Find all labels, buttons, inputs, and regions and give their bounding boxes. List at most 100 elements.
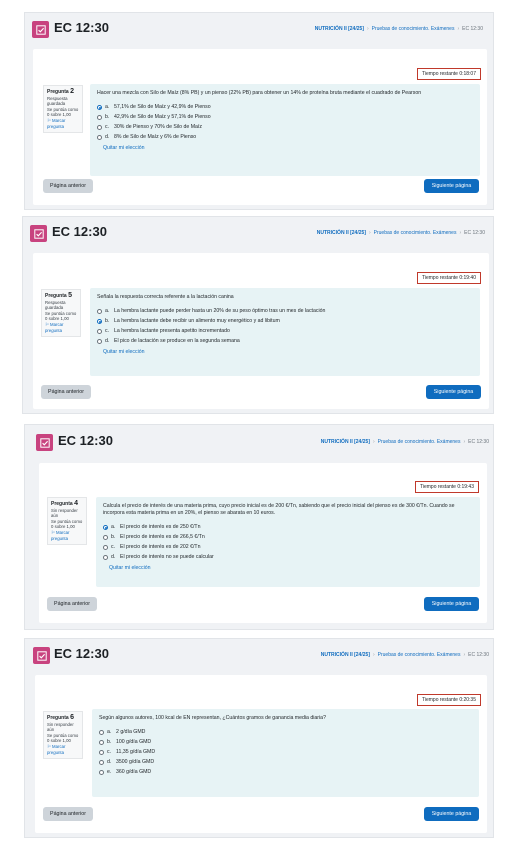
question-info: Pregunta 4 Sin responder aún Se puntúa c…	[47, 497, 87, 546]
breadcrumb-current: EC 12:30	[464, 230, 485, 236]
quiz-card: Tiempo restante 0:19:40 Pregunta 5 Respu…	[33, 253, 489, 409]
answer-option[interactable]: c. 11,35 g/día GMD	[99, 747, 472, 757]
radio-button[interactable]	[97, 134, 102, 140]
clear-choice-link[interactable]: Quitar mi elección	[103, 145, 473, 151]
quiz-screenshot-2: EC 12:30 NUTRICIÓN II [24/25] › Pruebas de…	[22, 216, 494, 414]
flag-question-link[interactable]: ⚐ Marcar pregunta	[45, 322, 77, 333]
radio-button[interactable]	[97, 104, 102, 110]
radio-button[interactable]	[99, 749, 104, 755]
breadcrumb-course[interactable]: NUTRICIÓN II [24/25]	[315, 26, 364, 32]
breadcrumb-current: EC 12:30	[468, 439, 489, 445]
next-page-button[interactable]: Siguiente página	[424, 597, 479, 611]
answer-option[interactable]: d. El precio de interés no se puede calcu…	[103, 552, 473, 562]
radio-button[interactable]	[97, 338, 102, 344]
question-label: Pregunta	[45, 293, 67, 299]
radio-button[interactable]	[97, 318, 102, 324]
time-remaining: Tiempo restante 0:20:35	[416, 694, 481, 706]
answer-option[interactable]: a. 2 g/día GMD	[99, 727, 472, 737]
question-score: Se puntúa como 0 sobre 1,00	[51, 518, 83, 530]
breadcrumb-course[interactable]: NUTRICIÓN II [24/25]	[321, 439, 370, 445]
previous-page-button[interactable]: Página anterior	[47, 597, 97, 611]
question-number: 2	[70, 88, 74, 95]
question-text: Calcula el precio de interés de una mate…	[103, 503, 455, 516]
clear-choice-link[interactable]: Quitar mi elección	[103, 349, 473, 355]
quiz-checkbox-icon	[30, 225, 47, 242]
question-number: 4	[74, 500, 78, 507]
quiz-checkbox-icon	[36, 434, 53, 451]
breadcrumb-section[interactable]: Pruebas de conocimiento. Exámenes	[378, 652, 461, 658]
breadcrumb: NUTRICIÓN II [24/25] › Pruebas de conocimi…	[320, 439, 489, 445]
radio-button[interactable]	[97, 328, 102, 334]
quiz-card: Tiempo restante 0:19:43 Pregunta 4 Sin r…	[39, 463, 487, 623]
previous-page-button[interactable]: Página anterior	[41, 385, 91, 399]
radio-button[interactable]	[103, 554, 108, 560]
clear-choice-link[interactable]: Quitar mi elección	[109, 565, 473, 571]
breadcrumb-current: EC 12:30	[462, 26, 483, 32]
question-info: Pregunta 2 Respuesta guardada Se puntúa …	[43, 85, 83, 134]
question-number: 5	[68, 292, 72, 299]
answer-option[interactable]: b. 100 g/día GMD	[99, 737, 472, 747]
next-page-button[interactable]: Siguiente página	[424, 807, 479, 821]
answer-option[interactable]: e. 360 g/día GMD	[99, 767, 472, 777]
question-label: Pregunta	[47, 89, 69, 95]
question-label: Pregunta	[51, 501, 73, 507]
question-text: Hacer una mezcla con Silo de Maíz (8% PB…	[97, 90, 422, 96]
page-title: EC 12:30	[54, 646, 109, 661]
breadcrumb: NUTRICIÓN II [24/25] › Pruebas de conocimi…	[316, 230, 485, 236]
question-content: Señala la respuesta correcta referente a…	[90, 288, 480, 376]
question-text: Según algunos autores, 100 kcal de EN re…	[99, 715, 326, 721]
radio-button[interactable]	[99, 729, 104, 735]
quiz-card: Tiempo restante 0:20:35 Pregunta 6 Sin r…	[35, 675, 487, 833]
breadcrumb-course[interactable]: NUTRICIÓN II [24/25]	[317, 230, 366, 236]
radio-button[interactable]	[99, 759, 104, 765]
answer-option[interactable]: d. 8% de Silo de Maíz y 6% de Pienso	[97, 132, 473, 142]
breadcrumb-course[interactable]: NUTRICIÓN II [24/25]	[321, 652, 370, 658]
answer-option[interactable]: c. El precio de interés es de 202 €/Tn	[103, 542, 473, 552]
time-remaining: Tiempo restante 0:18:07	[416, 68, 481, 80]
radio-button[interactable]	[99, 769, 104, 775]
flag-question-link[interactable]: ⚐ Marcar pregunta	[51, 530, 83, 541]
question-status: Respuesta guardada	[45, 299, 66, 311]
question-info: Pregunta 5 Respuesta guardada Se puntúa …	[41, 289, 81, 338]
radio-button[interactable]	[103, 544, 108, 550]
flag-question-link[interactable]: ⚐ Marcar pregunta	[47, 744, 79, 755]
flag-question-link[interactable]: ⚐ Marcar pregunta	[47, 118, 79, 129]
quiz-screenshot-1: EC 12:30 NUTRICIÓN II [24/25] › Pruebas de…	[24, 12, 494, 210]
breadcrumb-current: EC 12:30	[468, 652, 489, 658]
next-page-button[interactable]: Siguiente página	[424, 179, 479, 193]
radio-button[interactable]	[103, 524, 108, 530]
question-info: Pregunta 6 Sin responder aún Se puntúa c…	[43, 711, 83, 760]
answer-option[interactable]: b. La hembra lactante debe recibir un ali…	[97, 316, 473, 326]
breadcrumb-section[interactable]: Pruebas de conocimiento. Exámenes	[378, 439, 461, 445]
breadcrumb-section[interactable]: Pruebas de conocimiento. Exámenes	[374, 230, 457, 236]
question-status: Sin responder aún	[51, 507, 78, 519]
question-score: Se puntúa como 0 sobre 1,00	[45, 310, 77, 322]
quiz-card: Tiempo restante 0:18:07 Pregunta 2 Respu…	[33, 49, 487, 205]
previous-page-button[interactable]: Página anterior	[43, 807, 93, 821]
quiz-screenshot-3: EC 12:30 NUTRICIÓN II [24/25] › Pruebas de…	[24, 424, 494, 630]
breadcrumb-section[interactable]: Pruebas de conocimiento. Exámenes	[372, 26, 455, 32]
answer-option[interactable]: d. El pico de lactación se produce en la …	[97, 336, 473, 346]
question-label: Pregunta	[47, 715, 69, 721]
answer-option[interactable]: b. El precio de interés es de 266,5 €/Tn	[103, 532, 473, 542]
answer-option[interactable]: a. El precio de interés es de 250 €/Tn	[103, 522, 473, 532]
question-content: Hacer una mezcla con Silo de Maíz (8% PB…	[90, 84, 480, 176]
answer-option[interactable]: a. 57,1% de Silo de Maíz y 42,9% de Piens…	[97, 102, 473, 112]
quiz-screenshot-4: EC 12:30 NUTRICIÓN II [24/25] › Pruebas de…	[24, 638, 494, 838]
radio-button[interactable]	[99, 739, 104, 745]
answer-option[interactable]: b. 42,9% de Silo de Maíz y 57,1% de Piens…	[97, 112, 473, 122]
answer-option[interactable]: a. La hembra lactante puede perder hasta …	[97, 306, 473, 316]
answer-option[interactable]: c. 30% de Pienso y 70% de Silo de Maíz	[97, 122, 473, 132]
radio-button[interactable]	[97, 114, 102, 120]
radio-button[interactable]	[97, 308, 102, 314]
answer-option[interactable]: d. 3500 g/día GMD	[99, 757, 472, 767]
next-page-button[interactable]: Siguiente página	[426, 385, 481, 399]
answer-option[interactable]: c. La hembra lactante presenta apetito in…	[97, 326, 473, 336]
radio-button[interactable]	[103, 534, 108, 540]
quiz-checkbox-icon	[32, 21, 49, 38]
question-status: Respuesta guardada	[47, 95, 68, 107]
radio-button[interactable]	[97, 124, 102, 130]
quiz-checkbox-icon	[33, 647, 50, 664]
question-content: Según algunos autores, 100 kcal de EN re…	[92, 709, 479, 797]
previous-page-button[interactable]: Página anterior	[43, 179, 93, 193]
